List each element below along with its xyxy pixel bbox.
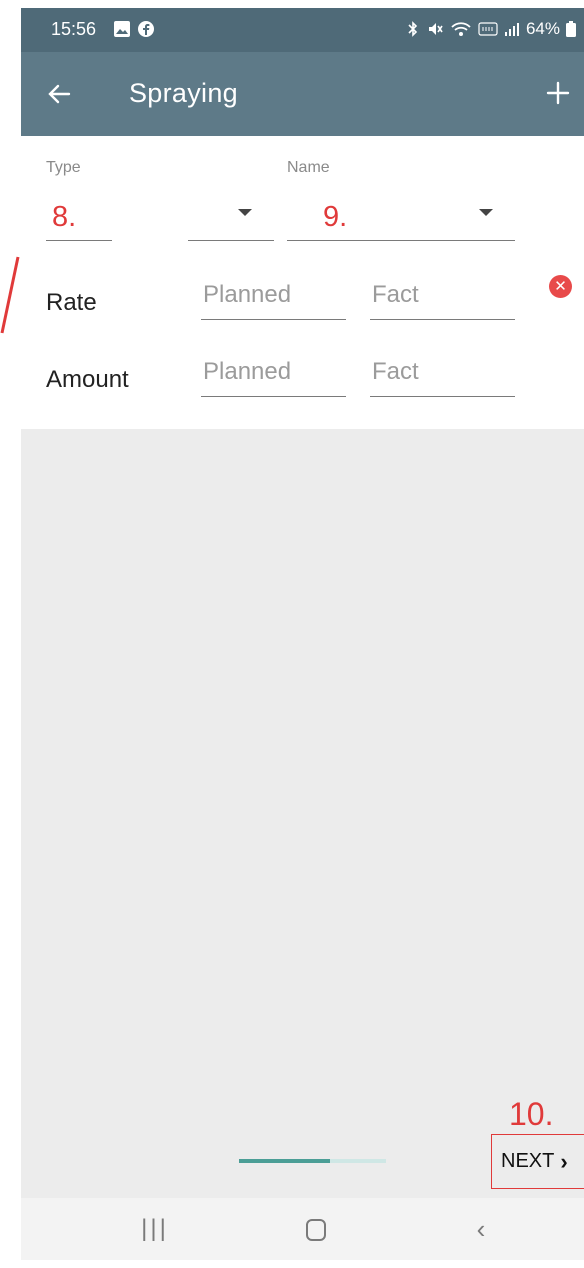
type-dropdown[interactable]: 8.: [46, 195, 274, 242]
name-dropdown[interactable]: 9.: [287, 195, 515, 241]
dropdown-arrow-icon: [479, 209, 493, 216]
progress-fill: [239, 1159, 331, 1163]
facebook-icon: [138, 21, 154, 37]
system-nav-bar: ||| ‹: [21, 1198, 584, 1260]
recents-icon: |||: [141, 1215, 169, 1242]
chevron-left-icon: ‹: [476, 1214, 486, 1244]
progress-track: [239, 1159, 386, 1163]
chevron-right-icon: ›: [560, 1148, 568, 1174]
arrow-left-icon: [48, 84, 71, 104]
page-title: Spraying: [129, 78, 238, 108]
status-bar: 15:56 64%: [21, 8, 584, 52]
next-annotation: 10.: [509, 1096, 554, 1132]
status-icons-left: [113, 20, 155, 38]
signal-icon: [504, 23, 519, 36]
volte-icon: [478, 22, 498, 36]
app-bar: Spraying: [21, 52, 584, 136]
home-button[interactable]: [296, 1212, 336, 1246]
amount-fact-input[interactable]: Fact: [370, 357, 515, 397]
name-label: Name: [287, 159, 330, 176]
system-back-button[interactable]: ‹: [461, 1212, 501, 1246]
bluetooth-icon: [408, 21, 418, 37]
screenshot-stage: 15:56 64% Spraying Type Name 8. 9. Rate …: [0, 0, 584, 1268]
wifi-icon: [451, 22, 471, 36]
remove-row-button[interactable]: ✕: [549, 275, 572, 298]
status-time: 15:56: [51, 19, 97, 39]
status-icons-right: 64%: [406, 19, 576, 39]
battery-icon: [566, 21, 576, 37]
next-button[interactable]: NEXT ›: [491, 1134, 584, 1189]
next-label: NEXT: [501, 1150, 555, 1172]
spraying-form: Type Name 8. 9. Rate Planned Fact ✕ Amou…: [21, 136, 584, 429]
mute-icon: [428, 23, 443, 35]
underline-gap: [112, 239, 188, 242]
add-button[interactable]: [546, 70, 580, 116]
type-annotation: 8.: [52, 201, 77, 233]
annotation-slash: [0, 256, 20, 334]
phone-screen: 15:56 64% Spraying Type Name 8. 9. Rate …: [21, 8, 584, 1260]
gallery-icon: [114, 21, 130, 37]
rate-fact-input[interactable]: Fact: [370, 280, 515, 320]
amount-label: Amount: [46, 366, 129, 393]
type-label: Type: [46, 159, 81, 176]
rate-label: Rate: [46, 289, 97, 316]
name-annotation: 9.: [323, 201, 348, 233]
home-icon: [306, 1218, 326, 1241]
battery-level: 64%: [525, 19, 560, 38]
amount-planned-input[interactable]: Planned: [201, 357, 346, 397]
recents-button[interactable]: |||: [135, 1212, 175, 1246]
plus-icon: [546, 81, 570, 105]
close-icon: ✕: [554, 278, 567, 295]
rate-planned-input[interactable]: Planned: [201, 280, 346, 320]
back-button[interactable]: [47, 74, 87, 114]
dropdown-arrow-icon: [238, 209, 252, 216]
